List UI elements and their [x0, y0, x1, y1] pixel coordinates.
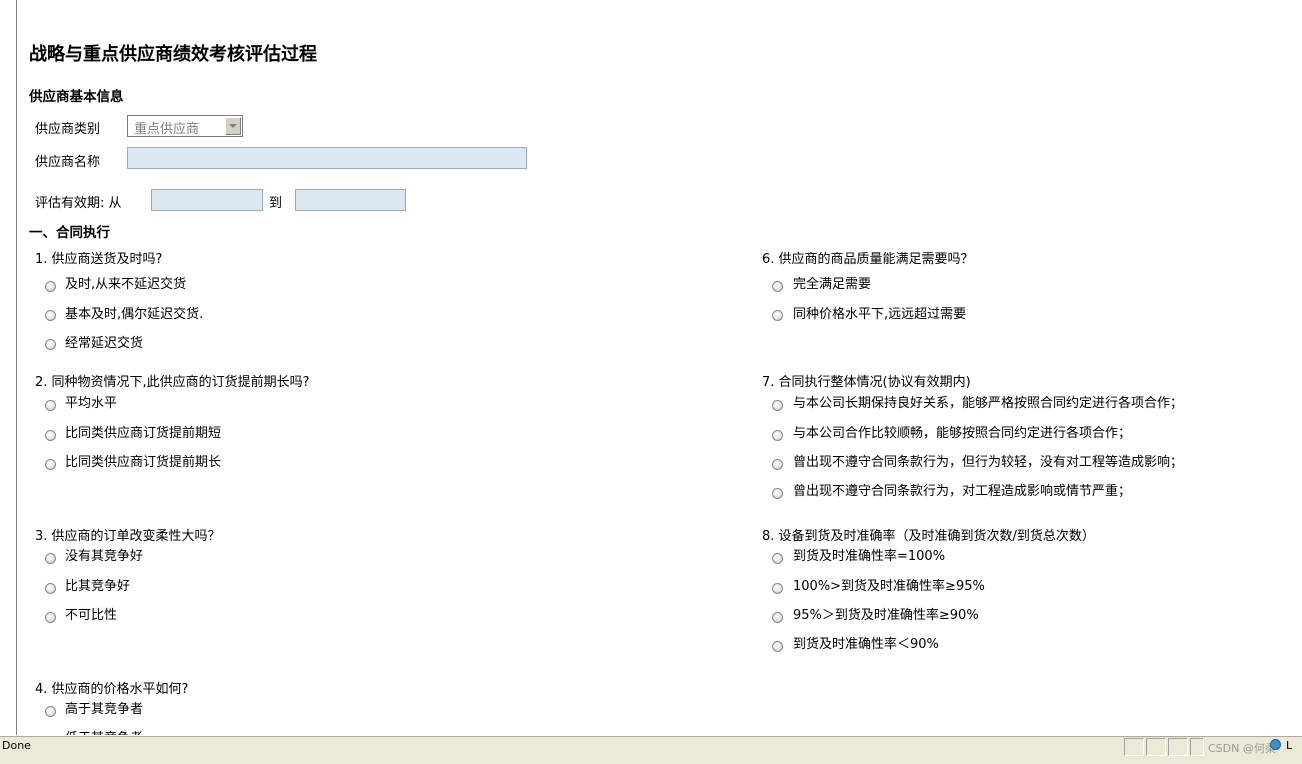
question-3-option-2-radio[interactable]	[45, 583, 56, 594]
page-content: 战略与重点供应商绩效考核评估过程 供应商基本信息 供应商类别 重点供应商 供应商…	[0, 0, 1302, 735]
question-2-option-2-radio[interactable]	[45, 430, 56, 441]
question-8-option-4-radio[interactable]	[772, 641, 783, 652]
question-7-option-4-label: 曾出现不遵守合同条款行为，对工程造成影响或情节严重；	[793, 484, 1132, 499]
question-2-text: 2. 同种物资情况下,此供应商的订货提前期长吗?	[35, 375, 310, 390]
status-pane	[1146, 738, 1166, 756]
contract-section-heading: 一、合同执行	[29, 225, 110, 241]
question-1-option-3-label: 经常延迟交货	[65, 336, 144, 351]
supplier-type-select[interactable]: 重点供应商	[127, 115, 243, 137]
question-2-option-1-label: 平均水平	[65, 396, 118, 411]
question-7-option-2-radio[interactable]	[772, 430, 783, 441]
status-text: Done	[2, 739, 31, 752]
question-2-option-1-radio[interactable]	[45, 400, 56, 411]
status-pane	[1124, 738, 1144, 756]
question-3-option-2-label: 比其竞争好	[65, 579, 131, 594]
question-4-option-2-label: 低于其竞争者	[65, 727, 143, 735]
question-6-text: 6. 供应商的商品质量能满足需要吗？	[762, 252, 974, 267]
question-1-option-1-radio[interactable]	[45, 281, 56, 292]
question-8-option-1-label: 到货及时准确性率=100%	[793, 549, 946, 564]
question-8-option-4-label: 到货及时准确性率＜90%	[793, 637, 939, 652]
period-to-label: 到	[269, 196, 283, 211]
period-to-input[interactable]	[295, 189, 406, 211]
question-4-option-1-label: 高于其竞争者	[65, 702, 144, 717]
question-4-text: 4. 供应商的价格水平如何?	[35, 682, 189, 697]
browser-status-bar: Done CSDN @何柔 L	[0, 735, 1302, 764]
question-7-option-1-label: 与本公司长期保持良好关系，能够严格按照合同约定进行各项合作；	[793, 396, 1184, 411]
question-3-option-1-label: 没有其竞争好	[65, 549, 144, 564]
question-1-text: 1. 供应商送货及时吗?	[35, 252, 163, 267]
question-8-option-2-radio[interactable]	[772, 583, 783, 594]
left-border	[16, 0, 17, 735]
question-6-option-2-radio[interactable]	[772, 310, 783, 321]
question-6-option-1-radio[interactable]	[772, 281, 783, 292]
supplier-type-value: 重点供应商	[134, 122, 200, 137]
question-1-option-1-label: 及时,从来不延迟交货	[65, 277, 187, 292]
question-8-option-3-radio[interactable]	[772, 612, 783, 623]
question-7-option-4-radio[interactable]	[772, 488, 783, 499]
question-8-option-2-label: 100%>到货及时准确性率≥95%	[793, 579, 985, 594]
question-3-option-3-label: 不可比性	[65, 608, 118, 623]
status-pane	[1168, 738, 1188, 756]
question-1-option-2-radio[interactable]	[45, 310, 56, 321]
chevron-down-icon[interactable]	[225, 117, 241, 135]
question-6-option-1-label: 完全满足需要	[793, 277, 872, 292]
question-7-option-2-label: 与本公司合作比较顺畅，能够按照合同约定进行各项合作；	[793, 426, 1132, 441]
period-from-input[interactable]	[151, 189, 263, 211]
question-3-option-3-radio[interactable]	[45, 612, 56, 623]
basic-info-heading: 供应商基本信息	[29, 89, 124, 105]
question-8-option-3-label: 95%＞到货及时准确性率≥90%	[793, 608, 979, 623]
question-7-text: 7. 合同执行整体情况(协议有效期内)	[762, 375, 971, 390]
supplier-name-input[interactable]	[127, 147, 527, 169]
question-2-option-3-radio[interactable]	[45, 459, 56, 470]
question-1-option-2-label: 基本及时,偶尔延迟交货.	[65, 307, 204, 322]
question-8-text: 8. 设备到货及时准确率（及时准确到货次数/到货总次数）	[762, 529, 1095, 544]
question-7-option-3-radio[interactable]	[772, 459, 783, 470]
question-4-option-1-radio[interactable]	[45, 706, 56, 717]
zone-text: L	[1286, 739, 1293, 752]
internet-zone-icon	[1270, 739, 1281, 750]
question-8-option-1-radio[interactable]	[772, 553, 783, 564]
supplier-name-label: 供应商名称	[35, 155, 101, 170]
question-3-option-1-radio[interactable]	[45, 553, 56, 564]
watermark-text: CSDN @何柔	[1208, 742, 1276, 755]
status-pane	[1190, 738, 1204, 756]
question-1-option-3-radio[interactable]	[45, 339, 56, 350]
question-2-option-2-label: 比同类供应商订货提前期短	[65, 426, 222, 441]
question-6-option-2-label: 同种价格水平下,远远超过需要	[793, 307, 967, 322]
period-from-label: 评估有效期: 从	[35, 196, 122, 211]
page-title: 战略与重点供应商绩效考核评估过程	[29, 44, 317, 65]
question-7-option-3-label: 曾出现不遵守合同条款行为，但行为较轻，没有对工程等造成影响；	[793, 455, 1184, 470]
question-2-option-3-label: 比同类供应商订货提前期长	[65, 455, 222, 470]
supplier-type-label: 供应商类别	[35, 122, 101, 137]
question-7-option-1-radio[interactable]	[772, 400, 783, 411]
question-3-text: 3. 供应商的订单改变柔性大吗？	[35, 529, 221, 544]
